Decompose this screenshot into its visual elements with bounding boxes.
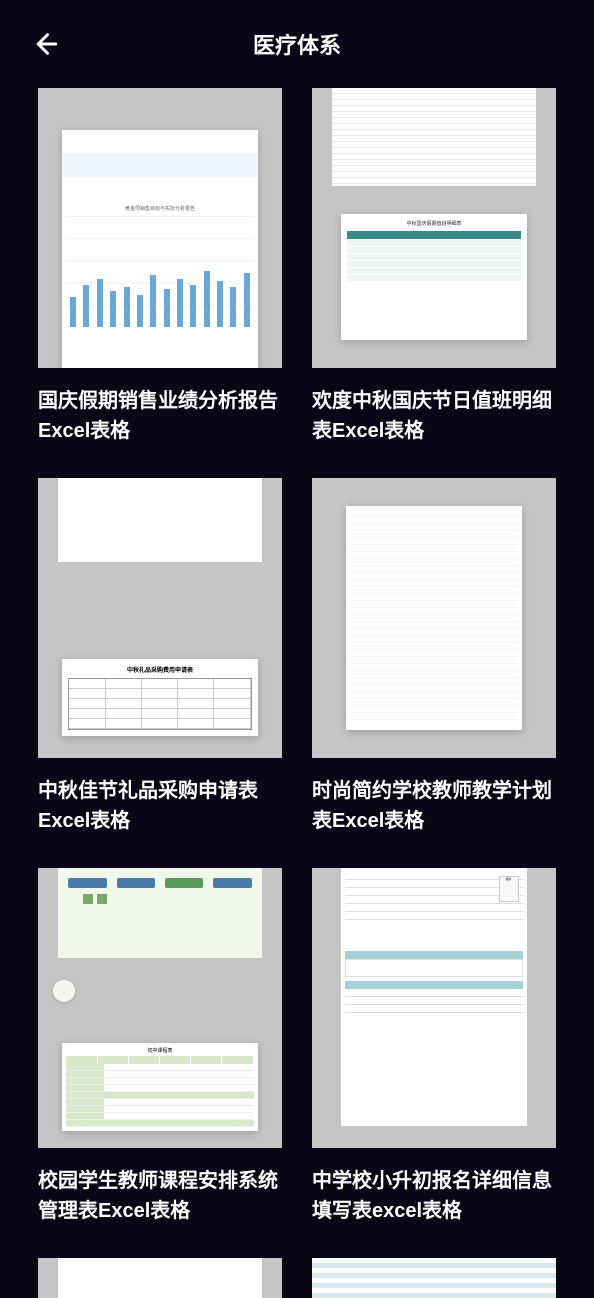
thumbnail: 初中课程表 bbox=[38, 868, 282, 1148]
thumb-doc: 初中课程表 bbox=[62, 1043, 257, 1131]
template-card[interactable] bbox=[312, 1258, 556, 1298]
template-grid: 黄金周销售目标与实际分析报告 国庆假期销售业绩分析报告Excel表格 中秋国庆假… bbox=[0, 88, 594, 1298]
thumbnail bbox=[312, 478, 556, 758]
thumb-doc: 中秋国庆假期值班明细表 bbox=[341, 214, 526, 340]
arrow-left-icon bbox=[30, 30, 58, 58]
thumbnail: 中秋礼品采购费用申请表 bbox=[38, 478, 282, 758]
card-title: 欢度中秋国庆节日值班明细表Excel表格 bbox=[312, 386, 556, 446]
template-card[interactable]: 初中课程表 校园学生教师课程安排系统管理表Excel表格 bbox=[38, 868, 282, 1226]
template-card[interactable]: 黄金周销售目标与实际分析报告 国庆假期销售业绩分析报告Excel表格 bbox=[38, 88, 282, 446]
decoration-icon bbox=[53, 980, 75, 1002]
thumbnail bbox=[312, 1258, 556, 1298]
card-title: 国庆假期销售业绩分析报告Excel表格 bbox=[38, 386, 282, 446]
thumb-doc-top bbox=[58, 478, 263, 562]
thumbnail: 中秋国庆假期值班明细表 bbox=[312, 88, 556, 368]
thumbnail: 黄金周销售目标与实际分析报告 bbox=[38, 88, 282, 368]
card-title: 校园学生教师课程安排系统管理表Excel表格 bbox=[38, 1166, 282, 1226]
thumb-doc-title: 初中课程表 bbox=[66, 1047, 253, 1054]
header: 医疗体系 bbox=[0, 0, 594, 88]
card-title: 时尚简约学校教师教学计划表Excel表格 bbox=[312, 776, 556, 836]
template-card[interactable]: 中秋礼品采购费用申请表 中秋佳节礼品采购申请表Excel表格 bbox=[38, 478, 282, 836]
template-card[interactable]: 中秋国庆假期值班明细表 欢度中秋国庆节日值班明细表Excel表格 bbox=[312, 88, 556, 446]
thumb-doc: 照片 bbox=[341, 868, 526, 1126]
thumbnail: 照片 bbox=[312, 868, 556, 1148]
template-card[interactable]: 时尚简约学校教师教学计划表Excel表格 bbox=[312, 478, 556, 836]
template-card[interactable] bbox=[38, 1258, 282, 1298]
page-title: 医疗体系 bbox=[253, 28, 341, 60]
card-title: 中学校小升初报名详细信息填写表excel表格 bbox=[312, 1166, 556, 1226]
back-button[interactable] bbox=[28, 28, 60, 60]
thumb-header bbox=[58, 868, 263, 958]
thumb-doc: 中秋礼品采购费用申请表 bbox=[62, 659, 257, 736]
thumb-gantt bbox=[332, 88, 537, 186]
thumb-chart: 黄金周销售目标与实际分析报告 bbox=[62, 201, 257, 368]
thumbnail bbox=[38, 1258, 282, 1298]
thumb-chart-title: 黄金周销售目标与实际分析报告 bbox=[66, 205, 253, 212]
card-title: 中秋佳节礼品采购申请表Excel表格 bbox=[38, 776, 282, 836]
template-card[interactable]: 照片 中学校小升初报名详细信息填写表excel表格 bbox=[312, 868, 556, 1226]
thumb-doc bbox=[346, 506, 522, 730]
thumb-doc-title: 中秋国庆假期值班明细表 bbox=[347, 220, 520, 227]
photo-placeholder: 照片 bbox=[499, 876, 519, 902]
thumb-doc-title: 中秋礼品采购费用申请表 bbox=[68, 665, 251, 674]
thumb-table bbox=[62, 130, 257, 201]
